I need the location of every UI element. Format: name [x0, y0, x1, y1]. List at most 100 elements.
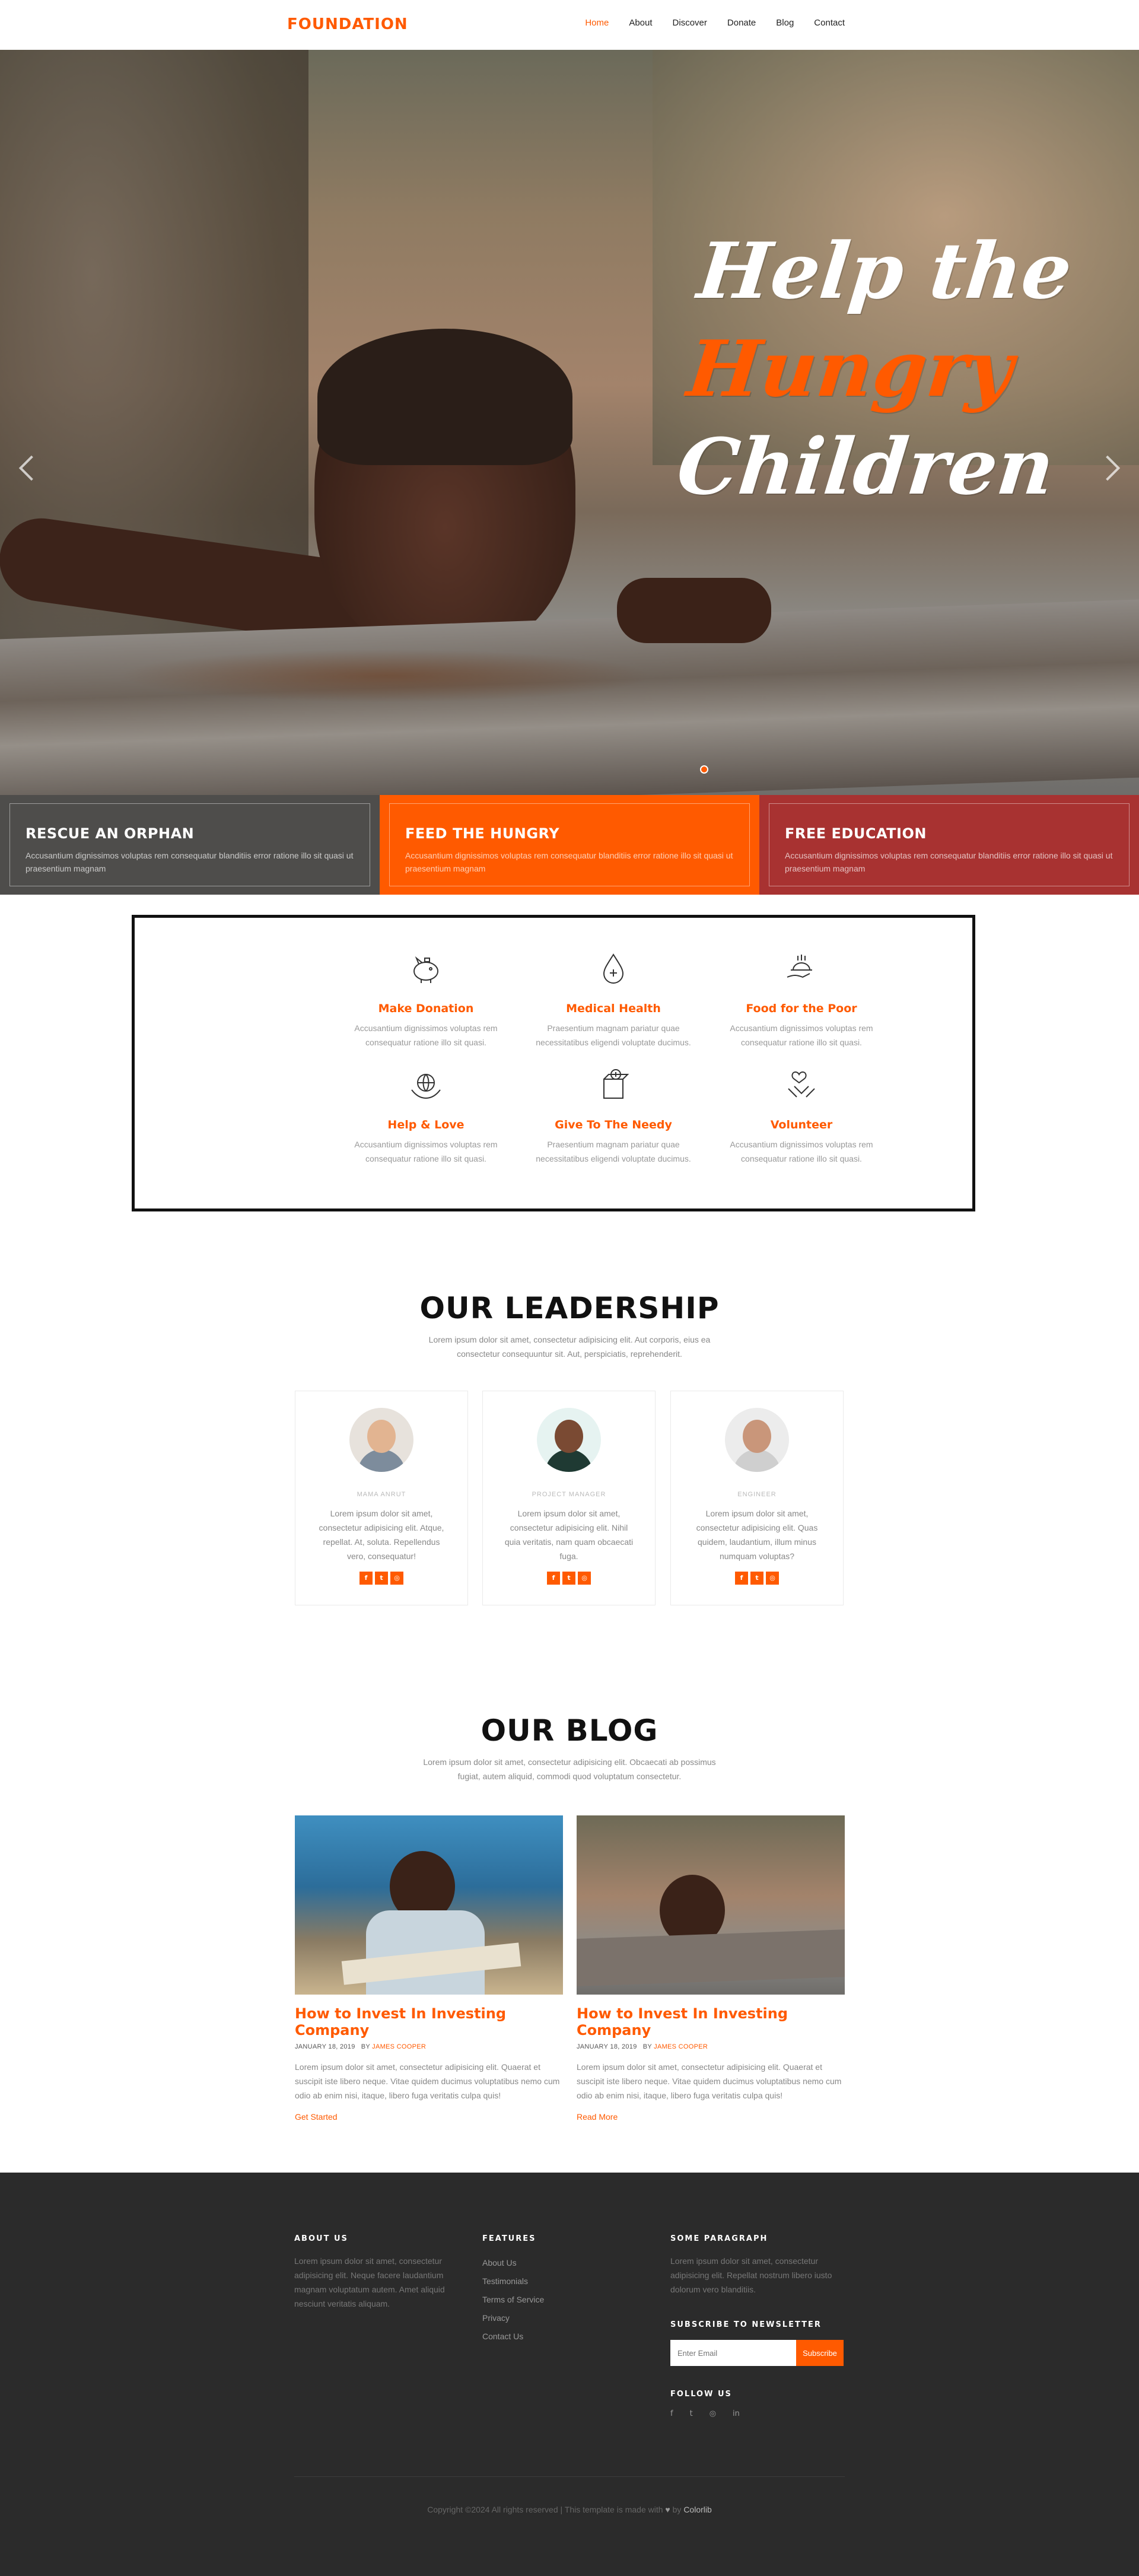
- nav-link-discover[interactable]: Discover: [673, 18, 707, 28]
- brand-logo[interactable]: FOUNDATION: [287, 15, 408, 33]
- instagram-icon[interactable]: ◎: [710, 2409, 716, 2418]
- facebook-icon[interactable]: f: [359, 1572, 373, 1585]
- avatar-face: [555, 1420, 583, 1453]
- blog-post-excerpt: Lorem ipsum dolor sit amet, consectetur …: [295, 2062, 560, 2100]
- avatar: [349, 1408, 413, 1472]
- footer-link-about[interactable]: About Us: [482, 2254, 637, 2272]
- blog-post-by: BY: [361, 2043, 370, 2050]
- footer-heading: FOLLOW US: [670, 2390, 732, 2399]
- blog-post-image[interactable]: [295, 1815, 563, 1995]
- feature-strip: RESCUE AN ORPHAN Accusantium dignissimos…: [0, 795, 1139, 895]
- hero-slider: Help the Hungry Children: [0, 50, 1139, 795]
- instagram-icon[interactable]: ◎: [578, 1572, 591, 1585]
- feature-card-border: FEED THE HUNGRY Accusantium dignissimos …: [389, 803, 750, 886]
- service-help-love[interactable]: Help & Love Accusantium dignissimos volu…: [337, 1066, 515, 1166]
- blog-post-author[interactable]: JAMES COOPER: [654, 2043, 708, 2050]
- footer-para-text: Lorem ipsum dolor sit amet, consectetur …: [670, 2256, 832, 2294]
- feature-card-title: FREE EDUCATION: [785, 825, 927, 842]
- leader-card[interactable]: MAMA ANRUT Lorem ipsum dolor sit amet, c…: [295, 1391, 468, 1605]
- feature-card-feed[interactable]: FEED THE HUNGRY Accusantium dignissimos …: [380, 795, 759, 895]
- instagram-icon[interactable]: ◎: [766, 1572, 779, 1585]
- blog-post-image[interactable]: [577, 1815, 845, 1995]
- drop-icon: [603, 953, 624, 984]
- facebook-icon[interactable]: f: [670, 2409, 673, 2418]
- nav-link-donate[interactable]: Donate: [727, 18, 756, 28]
- linkedin-icon[interactable]: in: [733, 2409, 740, 2418]
- hero-headline-line2: Hungry: [683, 323, 1017, 414]
- instagram-icon[interactable]: ◎: [390, 1572, 403, 1585]
- footer-link-terms[interactable]: Terms of Service: [482, 2291, 637, 2309]
- leader-role: PROJECT MANAGER: [532, 1491, 606, 1498]
- avatar: [725, 1408, 789, 1472]
- subscribe-button[interactable]: Subscribe: [796, 2340, 844, 2366]
- blog-post-author[interactable]: JAMES COOPER: [372, 2043, 426, 2050]
- colorlib-link[interactable]: Colorlib: [683, 2505, 711, 2514]
- hero-image-hair: [317, 329, 572, 465]
- hero-image-rust: [119, 649, 653, 702]
- hero-headline-line3: Children: [673, 421, 1059, 512]
- nav-link-about[interactable]: About: [629, 18, 652, 28]
- blog-post[interactable]: How to Invest In Investing Company JANUA…: [577, 1815, 845, 2122]
- service-give-to-needy[interactable]: Give To The Needy Praesentium magnam par…: [524, 1066, 702, 1166]
- leader-text: Lorem ipsum dolor sit amet, consectetur …: [319, 1509, 444, 1561]
- footer-social-links: f t ◎ in: [670, 2409, 848, 2418]
- service-medical-health[interactable]: Medical Health Praesentium magnam pariat…: [524, 950, 702, 1050]
- nav-link-blog[interactable]: Blog: [776, 18, 794, 28]
- footer-about: ABOUT US Lorem ipsum dolor sit amet, con…: [294, 2234, 448, 2311]
- twitter-icon[interactable]: t: [690, 2409, 693, 2418]
- feature-card-border: RESCUE AN ORPHAN Accusantium dignissimos…: [9, 803, 370, 886]
- feature-card-education[interactable]: FREE EDUCATION Accusantium dignissimos v…: [759, 795, 1139, 895]
- twitter-icon[interactable]: t: [375, 1572, 388, 1585]
- leadership-subtitle: Lorem ipsum dolor sit amet, consectetur …: [428, 1335, 711, 1359]
- read-more-link[interactable]: Read More: [577, 2112, 845, 2122]
- nav-link-home[interactable]: Home: [585, 18, 609, 28]
- hero-headline-line1: Help the: [693, 225, 1076, 316]
- service-volunteer[interactable]: Volunteer Accusantium dignissimos volupt…: [712, 1066, 890, 1166]
- blog-post-date: JANUARY 18, 2019: [295, 2043, 355, 2050]
- leader-card[interactable]: PROJECT MANAGER Lorem ipsum dolor sit am…: [482, 1391, 656, 1605]
- blog-post[interactable]: How to Invest In Investing Company JANUA…: [295, 1815, 563, 2122]
- main-menu: Home About Discover Donate Blog Contact: [585, 18, 845, 28]
- feature-card-text: Accusantium dignissimos voluptas rem con…: [26, 851, 354, 873]
- leader-socials: f t ◎: [295, 1572, 467, 1585]
- blog-post-excerpt: Lorem ipsum dolor sit amet, consectetur …: [577, 2062, 842, 2100]
- feature-card-title: RESCUE AN ORPHAN: [26, 825, 195, 842]
- money-box-icon: [603, 1069, 629, 1099]
- footer-link-contact[interactable]: Contact Us: [482, 2327, 637, 2346]
- email-field[interactable]: [670, 2340, 796, 2366]
- service-text: Praesentium magnam pariatur quae necessi…: [536, 1023, 691, 1047]
- copyright-text: Copyright ©2024 All rights reserved | Th…: [427, 2505, 663, 2514]
- footer-link-testimonials[interactable]: Testimonials: [482, 2272, 637, 2291]
- blog-post-title[interactable]: How to Invest In Investing Company: [295, 2005, 563, 2038]
- footer-heading: SUBSCRIBE TO NEWSLETTER: [670, 2320, 822, 2329]
- slider-dot[interactable]: [700, 765, 708, 774]
- service-title: Help & Love: [387, 1118, 464, 1131]
- piggy-bank-icon: [413, 956, 438, 983]
- leader-socials: f t ◎: [671, 1572, 843, 1585]
- get-started-link[interactable]: Get Started: [295, 2112, 563, 2122]
- service-title: Make Donation: [378, 1002, 474, 1015]
- facebook-icon[interactable]: f: [735, 1572, 748, 1585]
- nav-link-contact[interactable]: Contact: [814, 18, 845, 28]
- twitter-icon[interactable]: t: [750, 1572, 763, 1585]
- blog-subtitle: Lorem ipsum dolor sit amet, consectetur …: [423, 1757, 716, 1781]
- service-text: Accusantium dignissimos voluptas rem con…: [730, 1023, 873, 1047]
- food-tray-icon: [787, 955, 812, 978]
- avatar-face: [367, 1420, 396, 1453]
- footer-link-privacy[interactable]: Privacy: [482, 2309, 637, 2327]
- facebook-icon[interactable]: f: [547, 1572, 560, 1585]
- image-pipe: [577, 1929, 845, 1987]
- footer-about-text: Lorem ipsum dolor sit amet, consectetur …: [294, 2256, 445, 2308]
- service-make-donation[interactable]: Make Donation Accusantium dignissimos vo…: [337, 950, 515, 1050]
- top-navbar: FOUNDATION Home About Discover Donate Bl…: [0, 0, 1139, 50]
- blog-post-by: BY: [642, 2043, 652, 2050]
- blog-post-title[interactable]: How to Invest In Investing Company: [577, 2005, 845, 2038]
- service-food-for-poor[interactable]: Food for the Poor Accusantium dignissimo…: [712, 950, 890, 1050]
- copyright: Copyright ©2024 All rights reserved | Th…: [0, 2505, 1139, 2514]
- service-text: Praesentium magnam pariatur quae necessi…: [536, 1140, 691, 1163]
- leader-card[interactable]: ENGINEER Lorem ipsum dolor sit amet, con…: [670, 1391, 844, 1605]
- service-text: Accusantium dignissimos voluptas rem con…: [354, 1140, 498, 1163]
- blog-post-meta: JANUARY 18, 2019 BY JAMES COOPER: [577, 2043, 845, 2050]
- twitter-icon[interactable]: t: [562, 1572, 575, 1585]
- feature-card-rescue[interactable]: RESCUE AN ORPHAN Accusantium dignissimos…: [0, 795, 380, 895]
